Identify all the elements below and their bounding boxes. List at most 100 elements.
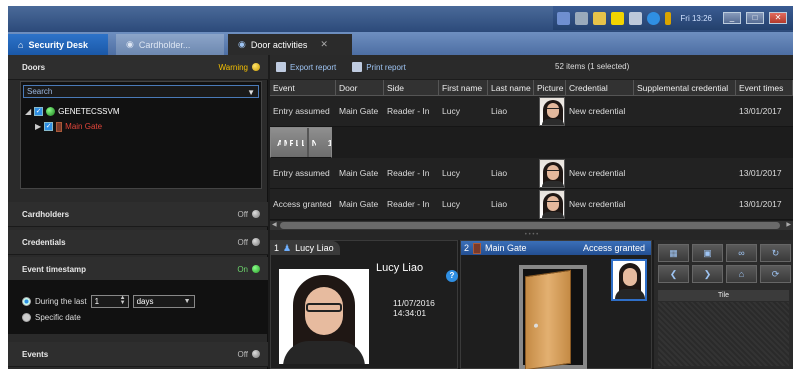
column-header[interactable]: Door <box>336 80 384 95</box>
expand-icon[interactable]: ◢ <box>25 107 31 116</box>
system-tray: Fri 13:26 _ □ ✕ <box>553 6 793 30</box>
battery-icon[interactable] <box>665 11 672 25</box>
checkbox[interactable]: ✓ <box>44 122 54 131</box>
table-cell: Lucy <box>442 199 460 209</box>
tree-item-door[interactable]: ▶ ✓ Main Gate <box>25 119 120 134</box>
maximize-button[interactable]: □ <box>746 12 764 24</box>
globe-icon[interactable] <box>647 11 661 25</box>
horizontal-scrollbar[interactable]: ◀ ▶ <box>270 221 793 230</box>
column-header[interactable]: Side <box>384 80 439 95</box>
close-tab-icon[interactable]: ✕ <box>320 39 328 50</box>
table-cell: Access granted <box>277 138 281 148</box>
link-icon[interactable]: ∞ <box>726 244 757 262</box>
tab-label: Cardholder... <box>138 39 191 50</box>
column-header[interactable]: Event <box>270 80 336 95</box>
status-text: On <box>237 264 248 274</box>
next-icon[interactable]: ❯ <box>692 265 723 283</box>
column-header[interactable]: Supplemental credential <box>634 80 736 95</box>
table-cell <box>316 128 325 157</box>
events-header[interactable]: Events Off <box>8 342 268 367</box>
refresh-icon[interactable]: ↻ <box>760 244 791 262</box>
tab-security-desk[interactable]: ⌂ Security Desk <box>8 34 108 55</box>
search-placeholder: Search <box>27 87 53 96</box>
column-header[interactable]: Picture <box>534 80 566 95</box>
table-row[interactable]: Entry assumed Main Gate Reader - In Lucy… <box>270 96 793 127</box>
door-icon <box>473 242 482 254</box>
event-timestamp-header[interactable]: Event timestamp On <box>8 257 268 282</box>
search-input[interactable]: Search ▼ <box>23 85 259 98</box>
specific-date-radio[interactable] <box>22 313 31 322</box>
door-icon <box>56 121 63 132</box>
display-icon[interactable] <box>575 11 589 25</box>
tile-header: 2 Main Gate Access granted <box>461 241 651 255</box>
cardholders-header[interactable]: Cardholders Off <box>8 202 268 227</box>
tab-cardholder[interactable]: ◉ Cardholder... <box>116 34 224 55</box>
table-cell: Liao <box>491 199 508 209</box>
table-cell: Entry assumed <box>273 168 330 178</box>
tile-label: Tile <box>658 290 789 301</box>
minimize-button[interactable]: _ <box>723 12 741 24</box>
section-title: Events <box>22 349 49 359</box>
cardholder-portrait <box>279 269 369 364</box>
table-cell <box>634 158 736 188</box>
duration-stepper[interactable]: 1 ▲ ▼ <box>90 295 129 308</box>
table-row-selected[interactable]: Access granted Main Gate Reader - In Luc… <box>270 127 332 158</box>
scroll-left-icon[interactable]: ◀ <box>272 221 277 228</box>
item-count: 52 items (1 selected) <box>555 62 630 71</box>
scrollbar-thumb[interactable] <box>280 222 780 229</box>
clock: Fri 13:26 <box>680 13 712 23</box>
main-area: Doors Warning Search ▼ ◢ ✓ GENETECSSVM ▶ <box>8 55 793 369</box>
table-row[interactable]: Access granted Main Gate Reader - In Luc… <box>270 189 793 220</box>
table-cell: Lucy <box>442 106 460 116</box>
print-report-button[interactable]: Print report <box>352 62 406 72</box>
picture-cell <box>304 128 309 157</box>
tile-pattern-icon[interactable]: ▦ <box>658 244 689 262</box>
tile-cardholder[interactable]: 1 ♟ Lucy Liao Lucy Liao ? 11/07/2016 14:… <box>270 240 458 369</box>
expand-icon[interactable]: ▶ <box>35 122 41 131</box>
stepper-arrows-icon[interactable]: ▲ ▼ <box>120 295 126 306</box>
table-cell: New credential <box>569 168 626 178</box>
button-label: Print report <box>366 62 406 72</box>
tile-pattern-preview <box>658 302 789 366</box>
table-cell: Main Gate <box>339 168 379 178</box>
volume-icon[interactable] <box>629 11 643 25</box>
home-icon[interactable]: ⌂ <box>726 265 757 283</box>
doors-header[interactable]: Doors Warning <box>8 55 268 80</box>
picture-cell <box>534 96 566 126</box>
notification-badge-icon[interactable] <box>611 11 625 25</box>
info-icon[interactable]: ? <box>446 270 458 282</box>
column-header[interactable]: Credential <box>566 80 634 95</box>
table-row[interactable]: Entry assumed Main Gate Reader - In Lucy… <box>270 158 793 189</box>
tab-label: Door activities <box>250 39 308 50</box>
during-radio[interactable] <box>22 297 31 306</box>
sync-icon[interactable]: ⟳ <box>760 265 791 283</box>
column-header[interactable]: Event times <box>736 80 793 95</box>
pane-splitter[interactable]: • • • • <box>270 230 793 240</box>
close-button[interactable]: ✕ <box>769 12 787 24</box>
status-text: Off <box>237 237 248 247</box>
export-report-button[interactable]: Export report <box>276 62 336 72</box>
tile-door[interactable]: 2 Main Gate Access granted <box>460 240 652 369</box>
status-text: Warning <box>218 62 249 72</box>
tab-label: Security Desk <box>28 39 88 50</box>
network-icon[interactable] <box>557 11 571 25</box>
column-header[interactable]: Last name <box>488 80 534 95</box>
tab-bar: ⌂ Security Desk ◉ Cardholder... ◉ Door a… <box>8 32 793 55</box>
unit-select[interactable]: days ▼ <box>132 295 195 308</box>
scroll-right-icon[interactable]: ▶ <box>786 221 791 228</box>
during-label: During the last <box>35 297 87 306</box>
status-badge: Warning <box>218 62 260 72</box>
snapshot-icon[interactable]: ▣ <box>692 244 723 262</box>
previous-icon[interactable]: ❮ <box>658 265 689 283</box>
filter-icon[interactable]: ▼ <box>247 87 255 98</box>
tab-door-activities[interactable]: ◉ Door activities ✕ <box>228 34 352 55</box>
tree-item-server[interactable]: ◢ ✓ GENETECSSVM <box>25 104 120 119</box>
report-table: Event Door Side First name Last name Pic… <box>270 80 793 220</box>
folder-icon[interactable] <box>593 11 607 25</box>
table-header: Event Door Side First name Last name Pic… <box>270 80 793 96</box>
column-header[interactable]: First name <box>439 80 488 95</box>
credentials-header[interactable]: Credentials Off <box>8 230 268 255</box>
checkbox[interactable]: ✓ <box>34 107 44 116</box>
table-cell: Reader - In <box>387 168 430 178</box>
status-text: Off <box>237 209 248 219</box>
